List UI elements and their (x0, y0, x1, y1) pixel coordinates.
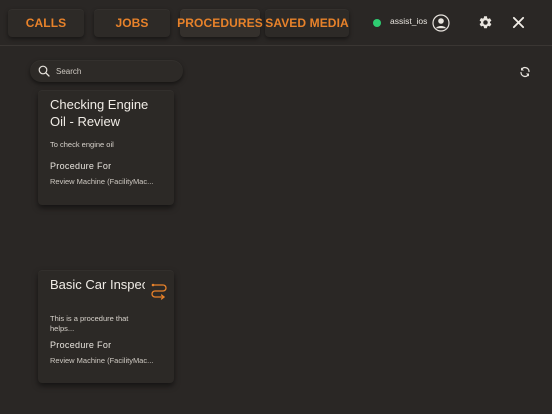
procedure-title: Basic Car Inspection (Ch... (50, 277, 145, 292)
procedure-for-label: Procedure For (50, 161, 112, 171)
top-navigation-bar: CALLS JOBS PROCEDURES SAVED MEDIA assist… (0, 0, 552, 46)
procedure-description: To check engine oil (50, 140, 114, 149)
tab-procedures[interactable]: PROCEDURES (177, 9, 263, 37)
user-circle-icon[interactable] (432, 14, 450, 32)
tab-saved-media[interactable]: SAVED MEDIA (265, 9, 349, 37)
username-label: assist_ios (390, 16, 428, 26)
procedure-machine: Review Machine (FacilityMac... (50, 177, 154, 186)
close-icon[interactable] (512, 16, 525, 29)
procedure-card[interactable]: Basic Car Inspection (Ch... This is a pr… (38, 270, 174, 383)
procedure-card[interactable]: Checking Engine Oil - Review To check en… (38, 90, 174, 205)
procedure-description: This is a procedure that helps... (50, 314, 129, 333)
search-icon (38, 65, 50, 77)
search-bar[interactable] (30, 60, 183, 82)
online-status-indicator (373, 19, 381, 27)
procedure-machine: Review Machine (FacilityMac... (50, 356, 154, 365)
gear-icon[interactable] (478, 15, 493, 30)
procedure-title: Checking Engine Oil - Review (50, 97, 149, 129)
tab-calls[interactable]: CALLS (8, 9, 84, 37)
procedure-for-label: Procedure For (50, 340, 112, 350)
refresh-icon[interactable] (519, 66, 531, 78)
search-input[interactable] (56, 63, 176, 79)
flow-icon (151, 283, 167, 300)
tab-jobs[interactable]: JOBS (94, 9, 170, 37)
